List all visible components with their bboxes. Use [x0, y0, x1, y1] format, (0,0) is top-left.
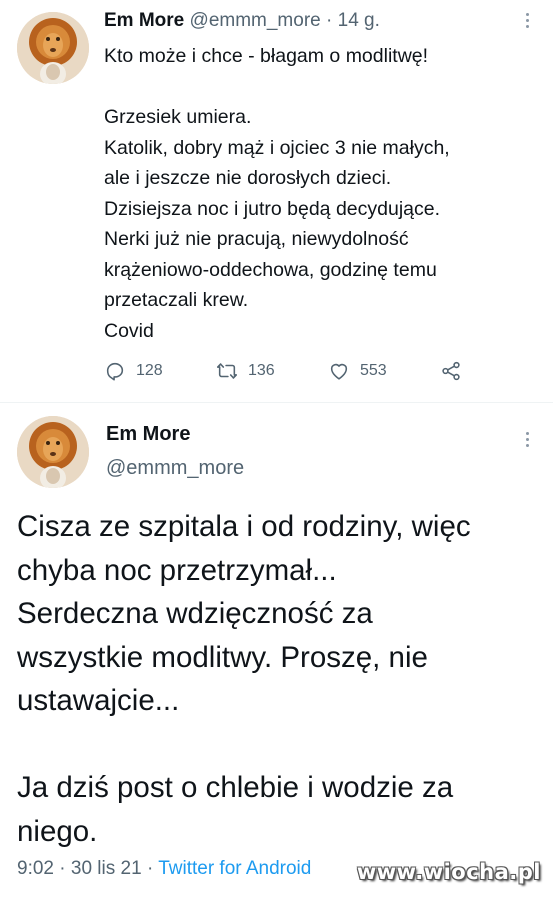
separator: · — [326, 10, 333, 31]
more-vertical-icon[interactable] — [518, 8, 536, 32]
like-count: 553 — [360, 362, 387, 379]
tweet-line: chyba noc przetrzymał... — [17, 553, 337, 587]
tweet-divider — [0, 402, 553, 403]
tweet-line: przetaczali krew. — [104, 289, 249, 311]
tweet-header: Em More @emmm_more · 14 g. — [104, 10, 380, 32]
tweet-line: krążeniowo-oddechowa, godzinę temu — [104, 258, 437, 281]
heart-icon — [330, 363, 348, 380]
more-vertical-icon[interactable] — [518, 427, 536, 451]
tweet-time[interactable]: 9:02 — [17, 858, 54, 879]
reply-button[interactable]: 128 — [104, 360, 163, 382]
tweet-line: Nerki już nie pracują, niewydolność — [104, 228, 409, 250]
reply-count: 128 — [136, 362, 163, 379]
avatar[interactable] — [17, 416, 89, 488]
tweet-line: ale i jeszcze nie dorosłych dzieci. — [104, 167, 392, 189]
display-name[interactable]: Em More — [106, 423, 190, 446]
tweet-actions: 128 136 553 — [104, 360, 484, 386]
tweet-text: Cisza ze szpitala i od rodziny, więc chy… — [17, 505, 542, 853]
tweet-time[interactable]: 14 g. — [338, 10, 380, 31]
tweet-line: Grzesiek umiera. — [104, 106, 252, 128]
retweet-icon — [217, 363, 237, 379]
tweet-line: niego. — [17, 814, 98, 848]
share-icon — [442, 361, 460, 381]
tweet-line: wszystkie modlitwy. Proszę, nie — [17, 640, 428, 674]
tweet-line: Cisza ze szpitala i od rodziny, więc — [17, 510, 471, 543]
user-handle[interactable]: @emmm_more — [106, 457, 244, 480]
tweet-line: Dzisiejsza noc i jutro będą decydujące. — [104, 197, 441, 220]
tweet-date[interactable]: 30 lis 21 — [71, 858, 142, 879]
tweet-text: Kto może i chce - błagam o modlitwę! Grz… — [104, 41, 534, 346]
tweet-line: Ja dziś post o chlebie i wodzie za — [17, 771, 454, 804]
separator: · — [59, 858, 66, 879]
share-button[interactable] — [440, 360, 462, 382]
watermark: www.wiocha.pl — [356, 860, 541, 884]
retweet-count: 136 — [248, 362, 275, 379]
tweet-line: Covid — [104, 319, 154, 342]
user-handle[interactable]: @emmm_more — [190, 10, 321, 31]
separator: · — [146, 858, 154, 879]
lion-lamb-avatar-image — [17, 416, 89, 488]
display-name[interactable]: Em More — [104, 10, 184, 31]
tweet-line: Serdeczna wdzięczność za — [17, 597, 373, 630]
tweet-line: Kto może i chce - błagam o modlitwę! — [104, 45, 429, 67]
avatar[interactable] — [17, 12, 89, 84]
tweet-source-link[interactable]: Twitter for Android — [158, 858, 311, 879]
lion-lamb-avatar-image — [17, 12, 89, 84]
tweet-metadata: 9:02 · 30 lis 21 · Twitter for Android — [17, 858, 311, 880]
retweet-button[interactable]: 136 — [216, 360, 275, 382]
reply-icon — [106, 362, 124, 381]
like-button[interactable]: 553 — [328, 360, 387, 382]
tweet-line: ustawajcie... — [17, 684, 180, 717]
tweet-line: Katolik, dobry mąż i ojciec 3 nie małych… — [104, 136, 450, 159]
